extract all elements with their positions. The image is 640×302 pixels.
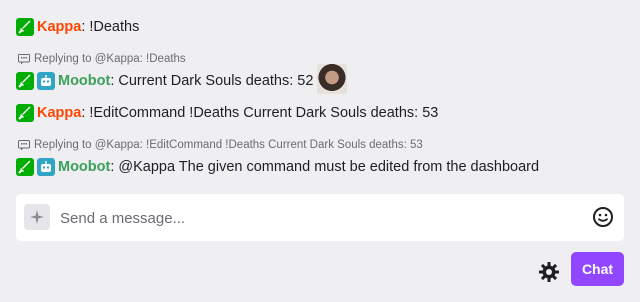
sword-icon[interactable] [16, 104, 34, 122]
reply-text: Replying to @Kappa: !Deaths [34, 53, 186, 65]
sword-icon[interactable] [16, 72, 34, 90]
chat-username[interactable]: Kappa [37, 105, 81, 121]
sword-icon[interactable] [16, 158, 34, 176]
facepalm-emote[interactable] [317, 64, 348, 94]
message-separator: : [81, 105, 86, 121]
message-text: !EditCommand !Deaths Current Dark Souls … [89, 105, 439, 121]
reply-context[interactable]: Replying to @Kappa: !Deaths [18, 52, 186, 66]
bot-icon[interactable] [37, 72, 55, 90]
message-separator: : [110, 159, 115, 175]
message-text: @Kappa The given command must be edited … [118, 159, 540, 175]
chat-input[interactable] [58, 204, 582, 232]
gear-icon[interactable] [538, 261, 560, 283]
reply-context[interactable]: Replying to @Kappa: !EditCommand !Deaths… [18, 138, 423, 152]
chat-composer [16, 194, 624, 241]
chat-username[interactable]: Moobot [58, 73, 110, 89]
chat-send-button[interactable]: Chat [571, 252, 624, 286]
sparkle-icon[interactable] [24, 204, 50, 230]
reply-icon [18, 139, 30, 151]
message-separator: : [110, 73, 115, 89]
message-text: !Deaths [89, 19, 140, 35]
message-separator: : [81, 19, 86, 35]
chat-message: Moobot : @Kappa The given command must b… [16, 156, 539, 178]
sword-icon[interactable] [16, 18, 34, 36]
chat-message: Kappa : !Deaths [16, 16, 139, 38]
message-text: Current Dark Souls deaths: 52 [118, 73, 314, 89]
chat-message: Moobot : Current Dark Souls deaths: 52 [16, 64, 348, 94]
chat-message: Kappa : !EditCommand !Deaths Current Dar… [16, 102, 438, 124]
bot-icon[interactable] [37, 158, 55, 176]
reply-icon [18, 53, 30, 65]
chat-username[interactable]: Moobot [58, 159, 110, 175]
chat-username[interactable]: Kappa [37, 19, 81, 35]
reply-text: Replying to @Kappa: !EditCommand !Deaths… [34, 139, 423, 151]
smiley-icon[interactable] [592, 206, 614, 228]
